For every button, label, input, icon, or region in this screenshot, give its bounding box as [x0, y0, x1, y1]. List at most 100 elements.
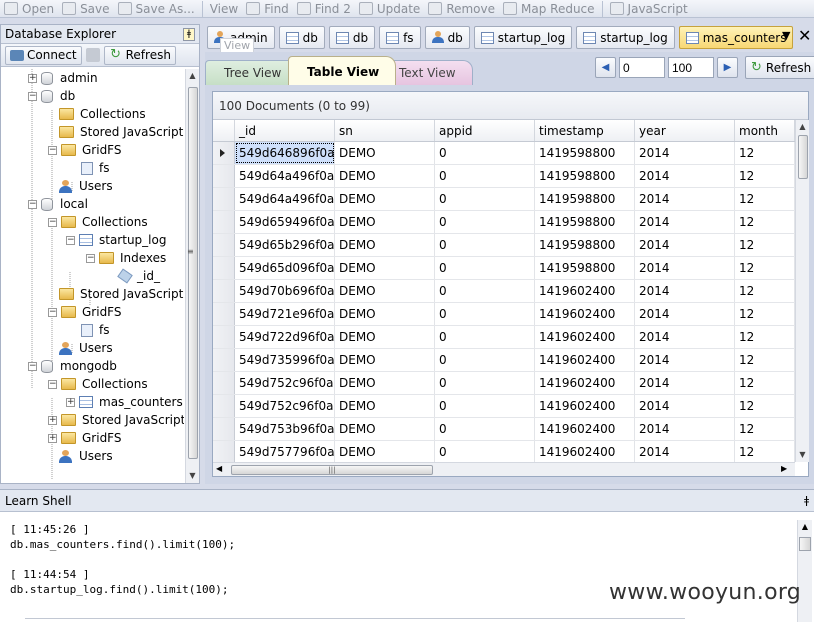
scroll-down-arrow[interactable]: ▼ — [186, 469, 199, 483]
table-cell[interactable]: 0 — [435, 349, 535, 371]
table-cell[interactable]: 12 — [735, 303, 795, 325]
table-cell[interactable]: 1419598800 — [535, 142, 635, 164]
table-cell[interactable]: 549d752c96f0a... — [235, 372, 335, 394]
table-cell[interactable]: 549d65d096f0a... — [235, 257, 335, 279]
table-cell[interactable]: 2014 — [635, 142, 735, 164]
tree-node-db[interactable]: − mongodb — [28, 357, 117, 375]
collapse-icon[interactable]: − — [28, 199, 37, 209]
table-cell[interactable]: 2014 — [635, 303, 735, 325]
shell-scrollbar[interactable]: ▲ — [797, 520, 812, 622]
table-row[interactable]: 549d752c96f0a... DEMO 0 1419602400 2014 12 — [213, 372, 795, 395]
table-cell[interactable]: 1419602400 — [535, 418, 635, 440]
table-cell[interactable]: 12 — [735, 395, 795, 417]
table-cell[interactable]: 2014 — [635, 372, 735, 394]
table-cell[interactable]: 2014 — [635, 211, 735, 233]
table-cell[interactable]: 549d752c96f0a... — [235, 395, 335, 417]
table-cell[interactable]: 2014 — [635, 188, 735, 210]
table-row[interactable]: 549d735996f0a...DEMO01419602400201412 — [213, 349, 795, 372]
table-cell[interactable]: DEMO — [335, 165, 435, 187]
table-row[interactable]: 549d659496f0a...DEMO01419598800201412 — [213, 211, 795, 234]
column-header-appid[interactable]: appid — [435, 120, 535, 141]
table-cell[interactable]: 1419602400 — [535, 326, 635, 348]
tree-node-folder[interactable]: Collections — [59, 105, 146, 123]
column-header-id[interactable]: _id — [235, 120, 335, 141]
table-row[interactable]: 549d752c96f0a... DEMO 0 1419602400 2014 12 — [213, 395, 795, 418]
tab-table-view[interactable]: Table View — [288, 56, 397, 85]
scroll-up-arrow[interactable]: ▲ — [796, 120, 809, 134]
row-selector[interactable] — [213, 349, 235, 371]
document-tab-db[interactable]: db — [424, 26, 470, 49]
scroll-up-arrow[interactable]: ▲ — [798, 520, 812, 534]
table-cell[interactable]: 12 — [735, 326, 795, 348]
toolbar-button-find[interactable]: Find — [242, 0, 293, 17]
row-selector[interactable] — [213, 372, 235, 394]
table-cell[interactable]: 549d659496f0a... — [235, 211, 335, 233]
row-selector[interactable] — [213, 326, 235, 348]
table-cell[interactable]: 2014 — [635, 395, 735, 417]
table-cell[interactable]: 549d722d96f0a... — [235, 326, 335, 348]
explorer-refresh-button[interactable]: ↻ Refresh — [103, 45, 176, 65]
collapse-icon[interactable]: − — [28, 361, 37, 371]
table-cell[interactable]: 549d721e96f0a... — [235, 303, 335, 325]
document-tab-db[interactable]: db — [328, 26, 376, 49]
document-tab-startup-log[interactable]: startup_log — [576, 26, 675, 49]
table-cell[interactable]: DEMO — [335, 372, 435, 394]
pin-icon[interactable]: ǂ — [804, 494, 809, 507]
table-cell[interactable]: 12 — [735, 349, 795, 371]
table-cell[interactable]: 0 — [435, 441, 535, 462]
table-cell[interactable]: 549d753b96f0a... — [235, 418, 335, 440]
row-selector[interactable] — [213, 441, 235, 462]
table-cell[interactable]: 549d757796f0a... — [235, 441, 335, 462]
toolbar-button-remove[interactable]: Remove — [424, 0, 499, 17]
tree-node-folder[interactable]: + GridFS — [48, 429, 122, 447]
table-row[interactable]: 549d646896f0a...DEMO01419598800201412 — [213, 142, 795, 165]
table-cell[interactable]: DEMO — [335, 418, 435, 440]
table-cell[interactable]: 1419598800 — [535, 234, 635, 256]
scroll-thumb[interactable] — [798, 135, 808, 179]
table-cell[interactable]: DEMO — [335, 211, 435, 233]
tree-node-folder[interactable]: Stored JavaScript — [59, 123, 183, 141]
row-selector[interactable] — [213, 142, 235, 164]
tree-node-file[interactable]: fs — [81, 159, 109, 177]
shell-output[interactable]: [ 11:45:26 ] db.mas_counters.find().limit… — [10, 522, 235, 597]
collapse-icon[interactable]: − — [86, 253, 95, 263]
table-cell[interactable]: 2014 — [635, 165, 735, 187]
document-tab-fs[interactable]: fs — [379, 26, 421, 49]
tree-node-db[interactable]: + admin — [28, 69, 98, 87]
table-cell[interactable]: 2014 — [635, 326, 735, 348]
row-selector[interactable] — [213, 418, 235, 440]
table-cell[interactable]: 0 — [435, 395, 535, 417]
scroll-thumb[interactable] — [799, 537, 811, 551]
table-cell[interactable]: 2014 — [635, 349, 735, 371]
table-cell[interactable]: 12 — [735, 142, 795, 164]
table-row[interactable]: 549d721e96f0a...DEMO01419602400201412 — [213, 303, 795, 326]
table-cell[interactable]: 0 — [435, 188, 535, 210]
table-cell[interactable]: 12 — [735, 280, 795, 302]
table-cell[interactable]: 12 — [735, 257, 795, 279]
close-tab-icon[interactable]: ✕ — [798, 26, 811, 45]
scroll-down-arrow[interactable]: ▼ — [796, 448, 809, 462]
grid-vertical-scrollbar[interactable]: ▲ ▼ — [795, 120, 809, 462]
tree-node-db[interactable]: − db — [28, 87, 75, 105]
table-cell[interactable]: DEMO — [335, 257, 435, 279]
table-row[interactable]: 549d722d96f0a...DEMO01419602400201412 — [213, 326, 795, 349]
row-selector[interactable] — [213, 257, 235, 279]
row-selector[interactable] — [213, 303, 235, 325]
table-cell[interactable]: 2014 — [635, 418, 735, 440]
table-cell[interactable]: DEMO — [335, 326, 435, 348]
table-cell[interactable]: 12 — [735, 188, 795, 210]
document-tab-mas-counters[interactable]: mas_counters — [678, 26, 794, 49]
table-cell[interactable]: 549d64a496f0a... — [235, 188, 335, 210]
table-cell[interactable]: DEMO — [335, 395, 435, 417]
table-cell[interactable]: 1419602400 — [535, 303, 635, 325]
table-cell[interactable]: 1419602400 — [535, 395, 635, 417]
table-cell[interactable]: 549d646896f0a... — [235, 142, 335, 164]
table-cell[interactable]: 1419602400 — [535, 280, 635, 302]
table-row[interactable]: 549d65d096f0a...DEMO01419598800201412 — [213, 257, 795, 280]
row-selector[interactable] — [213, 211, 235, 233]
tree-node-folder[interactable]: + Stored JavaScript — [48, 411, 184, 429]
table-cell[interactable]: 1419598800 — [535, 188, 635, 210]
row-selector[interactable] — [213, 188, 235, 210]
tab-menu-icon[interactable]: ▼ — [782, 29, 790, 42]
table-cell[interactable]: 1419602400 — [535, 441, 635, 462]
